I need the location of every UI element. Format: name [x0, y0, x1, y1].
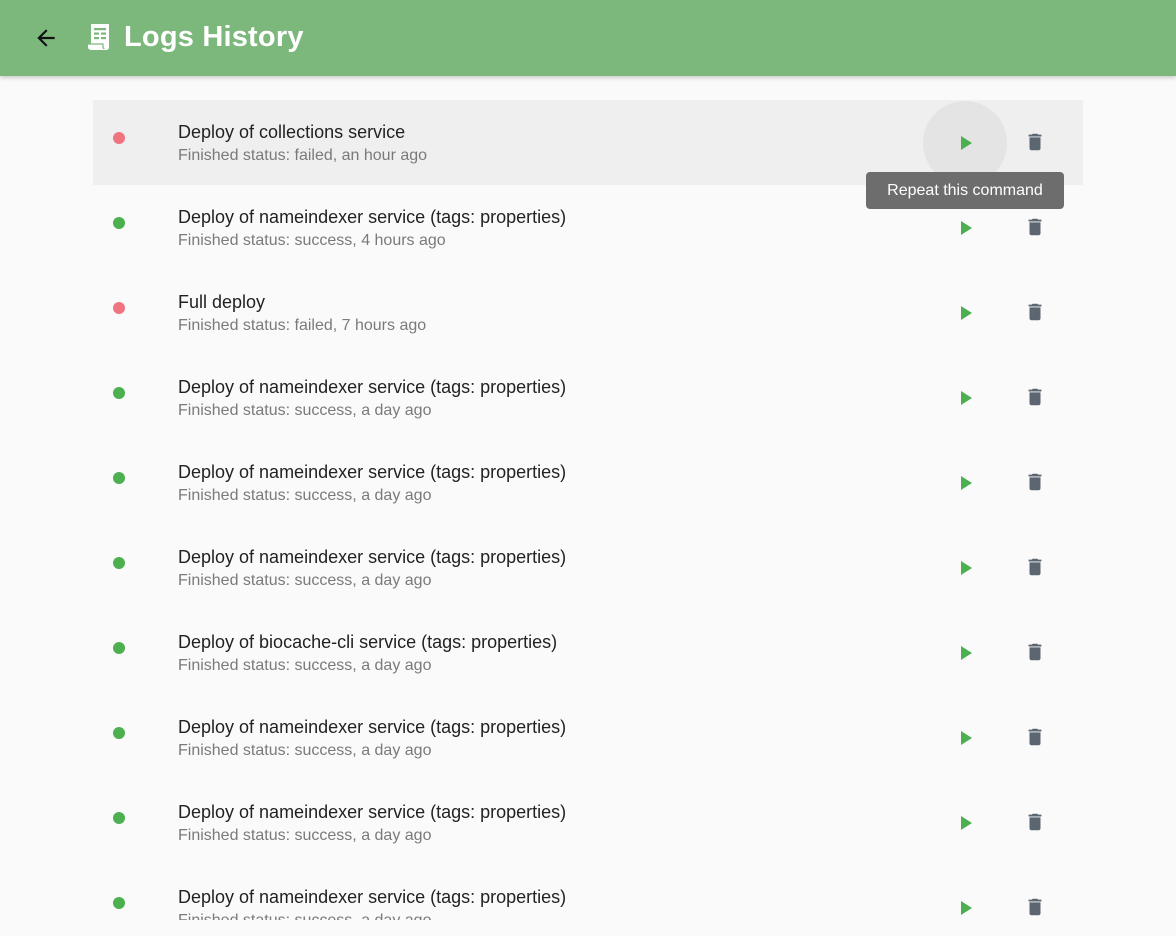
tooltip: Repeat this command — [866, 172, 1064, 209]
play-icon — [961, 306, 972, 320]
log-title: Deploy of nameindexer service (tags: pro… — [178, 887, 567, 907]
log-title: Deploy of nameindexer service (tags: pro… — [178, 802, 567, 822]
play-icon — [961, 816, 972, 830]
log-subtitle: Finished status: success, a day ago — [178, 657, 432, 674]
repeat-command-button[interactable] — [923, 356, 1007, 440]
trash-icon — [1028, 388, 1042, 406]
repeat-command-button[interactable] — [923, 866, 1007, 920]
log-row[interactable]: Deploy of biocache-cli service (tags: pr… — [93, 610, 1083, 695]
play-icon — [961, 901, 972, 915]
log-subtitle: Finished status: success, 4 hours ago — [178, 232, 446, 249]
status-dot-success — [113, 642, 125, 654]
delete-log-button[interactable] — [1015, 546, 1055, 588]
app-bar: Logs History — [0, 0, 1176, 76]
play-icon — [961, 136, 972, 150]
play-icon — [961, 731, 972, 745]
repeat-command-button[interactable] — [923, 441, 1007, 525]
log-subtitle: Finished status: success, a day ago — [178, 911, 431, 920]
log-subtitle: Finished status: failed, an hour ago — [178, 147, 428, 164]
delete-log-button[interactable] — [1015, 801, 1055, 843]
log-title: Deploy of nameindexer service (tags: pro… — [178, 377, 567, 397]
play-icon — [961, 476, 972, 490]
trash-icon — [1028, 813, 1042, 831]
status-dot-success — [113, 387, 125, 399]
status-dot-success — [113, 217, 125, 229]
status-dot-success — [113, 812, 125, 824]
status-dot-success — [113, 472, 125, 484]
play-icon — [961, 391, 972, 405]
status-dot-success — [113, 897, 125, 909]
delete-log-button[interactable] — [1015, 121, 1055, 163]
page-title: Logs History — [124, 21, 304, 53]
log-title: Full deploy — [178, 292, 266, 312]
repeat-command-button[interactable] — [923, 526, 1007, 610]
status-dot-success — [113, 557, 125, 569]
log-subtitle: Finished status: success, a day ago — [178, 487, 432, 504]
delete-log-button[interactable] — [1015, 631, 1055, 673]
log-title: Deploy of collections service — [178, 122, 406, 142]
status-dot-failed — [113, 302, 125, 314]
log-title: Deploy of nameindexer service (tags: pro… — [178, 717, 567, 737]
delete-log-button[interactable] — [1015, 716, 1055, 758]
play-icon — [961, 221, 972, 235]
trash-icon — [1028, 558, 1042, 576]
log-subtitle: Finished status: success, a day ago — [178, 402, 432, 419]
trash-icon — [1028, 898, 1042, 916]
logs-list: Deploy of collections service Finished st… — [93, 100, 1083, 920]
log-title: Deploy of biocache-cli service (tags: pr… — [178, 632, 558, 652]
status-dot-failed — [113, 132, 125, 144]
log-subtitle: Finished status: failed, 7 hours ago — [178, 317, 427, 334]
log-title: Deploy of nameindexer service (tags: pro… — [178, 547, 567, 567]
trash-icon — [1028, 728, 1042, 746]
log-row[interactable]: Full deploy Finished status: failed, 7 ho… — [93, 270, 1083, 355]
trash-icon — [1028, 473, 1042, 491]
delete-log-button[interactable] — [1015, 886, 1055, 920]
log-subtitle: Finished status: success, a day ago — [178, 572, 432, 589]
log-title: Deploy of nameindexer service (tags: pro… — [178, 207, 567, 227]
trash-icon — [1028, 303, 1042, 321]
log-subtitle: Finished status: success, a day ago — [178, 827, 432, 844]
back-button[interactable] — [26, 18, 66, 58]
repeat-command-button[interactable] — [923, 781, 1007, 865]
delete-log-button[interactable] — [1015, 461, 1055, 503]
play-icon — [961, 561, 972, 575]
repeat-command-button[interactable] — [923, 271, 1007, 355]
log-row[interactable]: Deploy of nameindexer service (tags: pro… — [93, 525, 1083, 610]
delete-log-button[interactable] — [1015, 376, 1055, 418]
play-icon — [961, 646, 972, 660]
delete-log-button[interactable] — [1015, 206, 1055, 248]
log-row[interactable]: Deploy of nameindexer service (tags: pro… — [93, 355, 1083, 440]
log-row[interactable]: Deploy of nameindexer service (tags: pro… — [93, 440, 1083, 525]
log-row[interactable]: Deploy of nameindexer service (tags: pro… — [93, 780, 1083, 865]
status-dot-success — [113, 727, 125, 739]
log-title: Deploy of nameindexer service (tags: pro… — [178, 462, 567, 482]
repeat-command-button[interactable] — [923, 696, 1007, 780]
log-row[interactable]: Deploy of nameindexer service (tags: pro… — [93, 695, 1083, 780]
trash-icon — [1028, 218, 1042, 236]
trash-icon — [1028, 133, 1042, 151]
receipt-icon — [88, 24, 109, 50]
log-subtitle: Finished status: success, a day ago — [178, 742, 432, 759]
log-row[interactable]: Deploy of nameindexer service (tags: pro… — [93, 865, 1083, 920]
delete-log-button[interactable] — [1015, 291, 1055, 333]
repeat-command-button[interactable] — [923, 611, 1007, 695]
trash-icon — [1028, 643, 1042, 661]
arrow-left-icon — [37, 29, 55, 47]
